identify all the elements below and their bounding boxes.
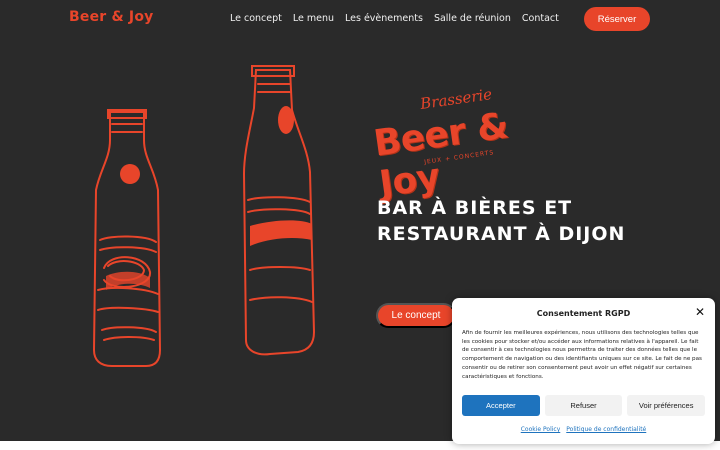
close-icon[interactable]: ✕ [695,306,705,318]
nav-item-meeting-room[interactable]: Salle de réunion [434,13,511,24]
beer-bottles-illustration [92,65,316,367]
site-logo[interactable]: Beer & Joy [69,9,153,25]
right-bottle-label-band [250,220,312,246]
nav-item-contact[interactable]: Contact [522,13,559,24]
hero-tagline: BAR À BIÈRES ET RESTAURANT À DIJON [377,195,637,247]
right-bottle-label-dot [278,106,294,134]
nav-item-concept[interactable]: Le concept [230,13,282,24]
privacy-policy-link[interactable]: Politique de confidentialité [566,426,646,433]
brand-logo-large: Brasserie Beer & Joy JEUX + CONCERTS [371,85,572,205]
cookie-policy-link[interactable]: Cookie Policy [521,426,561,433]
cookie-title: Consentement RGPD [536,309,631,318]
nav-item-menu[interactable]: Le menu [293,13,334,24]
right-bottle-drawing [242,65,316,356]
reserve-button[interactable]: Réserver [584,7,650,31]
preferences-button[interactable]: Voir préférences [627,395,706,416]
tagline-line-1: BAR À BIÈRES ET [377,197,573,219]
nav-item-events[interactable]: Les évènements [345,13,423,24]
main-nav: Le concept Le menu Les évènements Salle … [230,13,559,24]
cookie-actions: Accepter Refuser Voir préférences [462,395,706,416]
cookie-consent-dialog: Consentement RGPD ✕ Afin de fournir les … [452,298,715,444]
concept-button[interactable]: Le concept [376,303,456,328]
site-header: Beer & Joy Le concept Le menu Les évènem… [0,0,720,38]
left-bottle-drawing [92,109,162,367]
accept-button[interactable]: Accepter [462,395,540,416]
left-bottle-label-dot [120,164,140,184]
refuse-button[interactable]: Refuser [544,395,623,416]
cookie-description: Afin de fournir les meilleures expérienc… [462,330,702,380]
tagline-line-2: RESTAURANT À DIJON [377,223,626,245]
cookie-links: Cookie Policy Politique de confidentiali… [452,426,715,433]
